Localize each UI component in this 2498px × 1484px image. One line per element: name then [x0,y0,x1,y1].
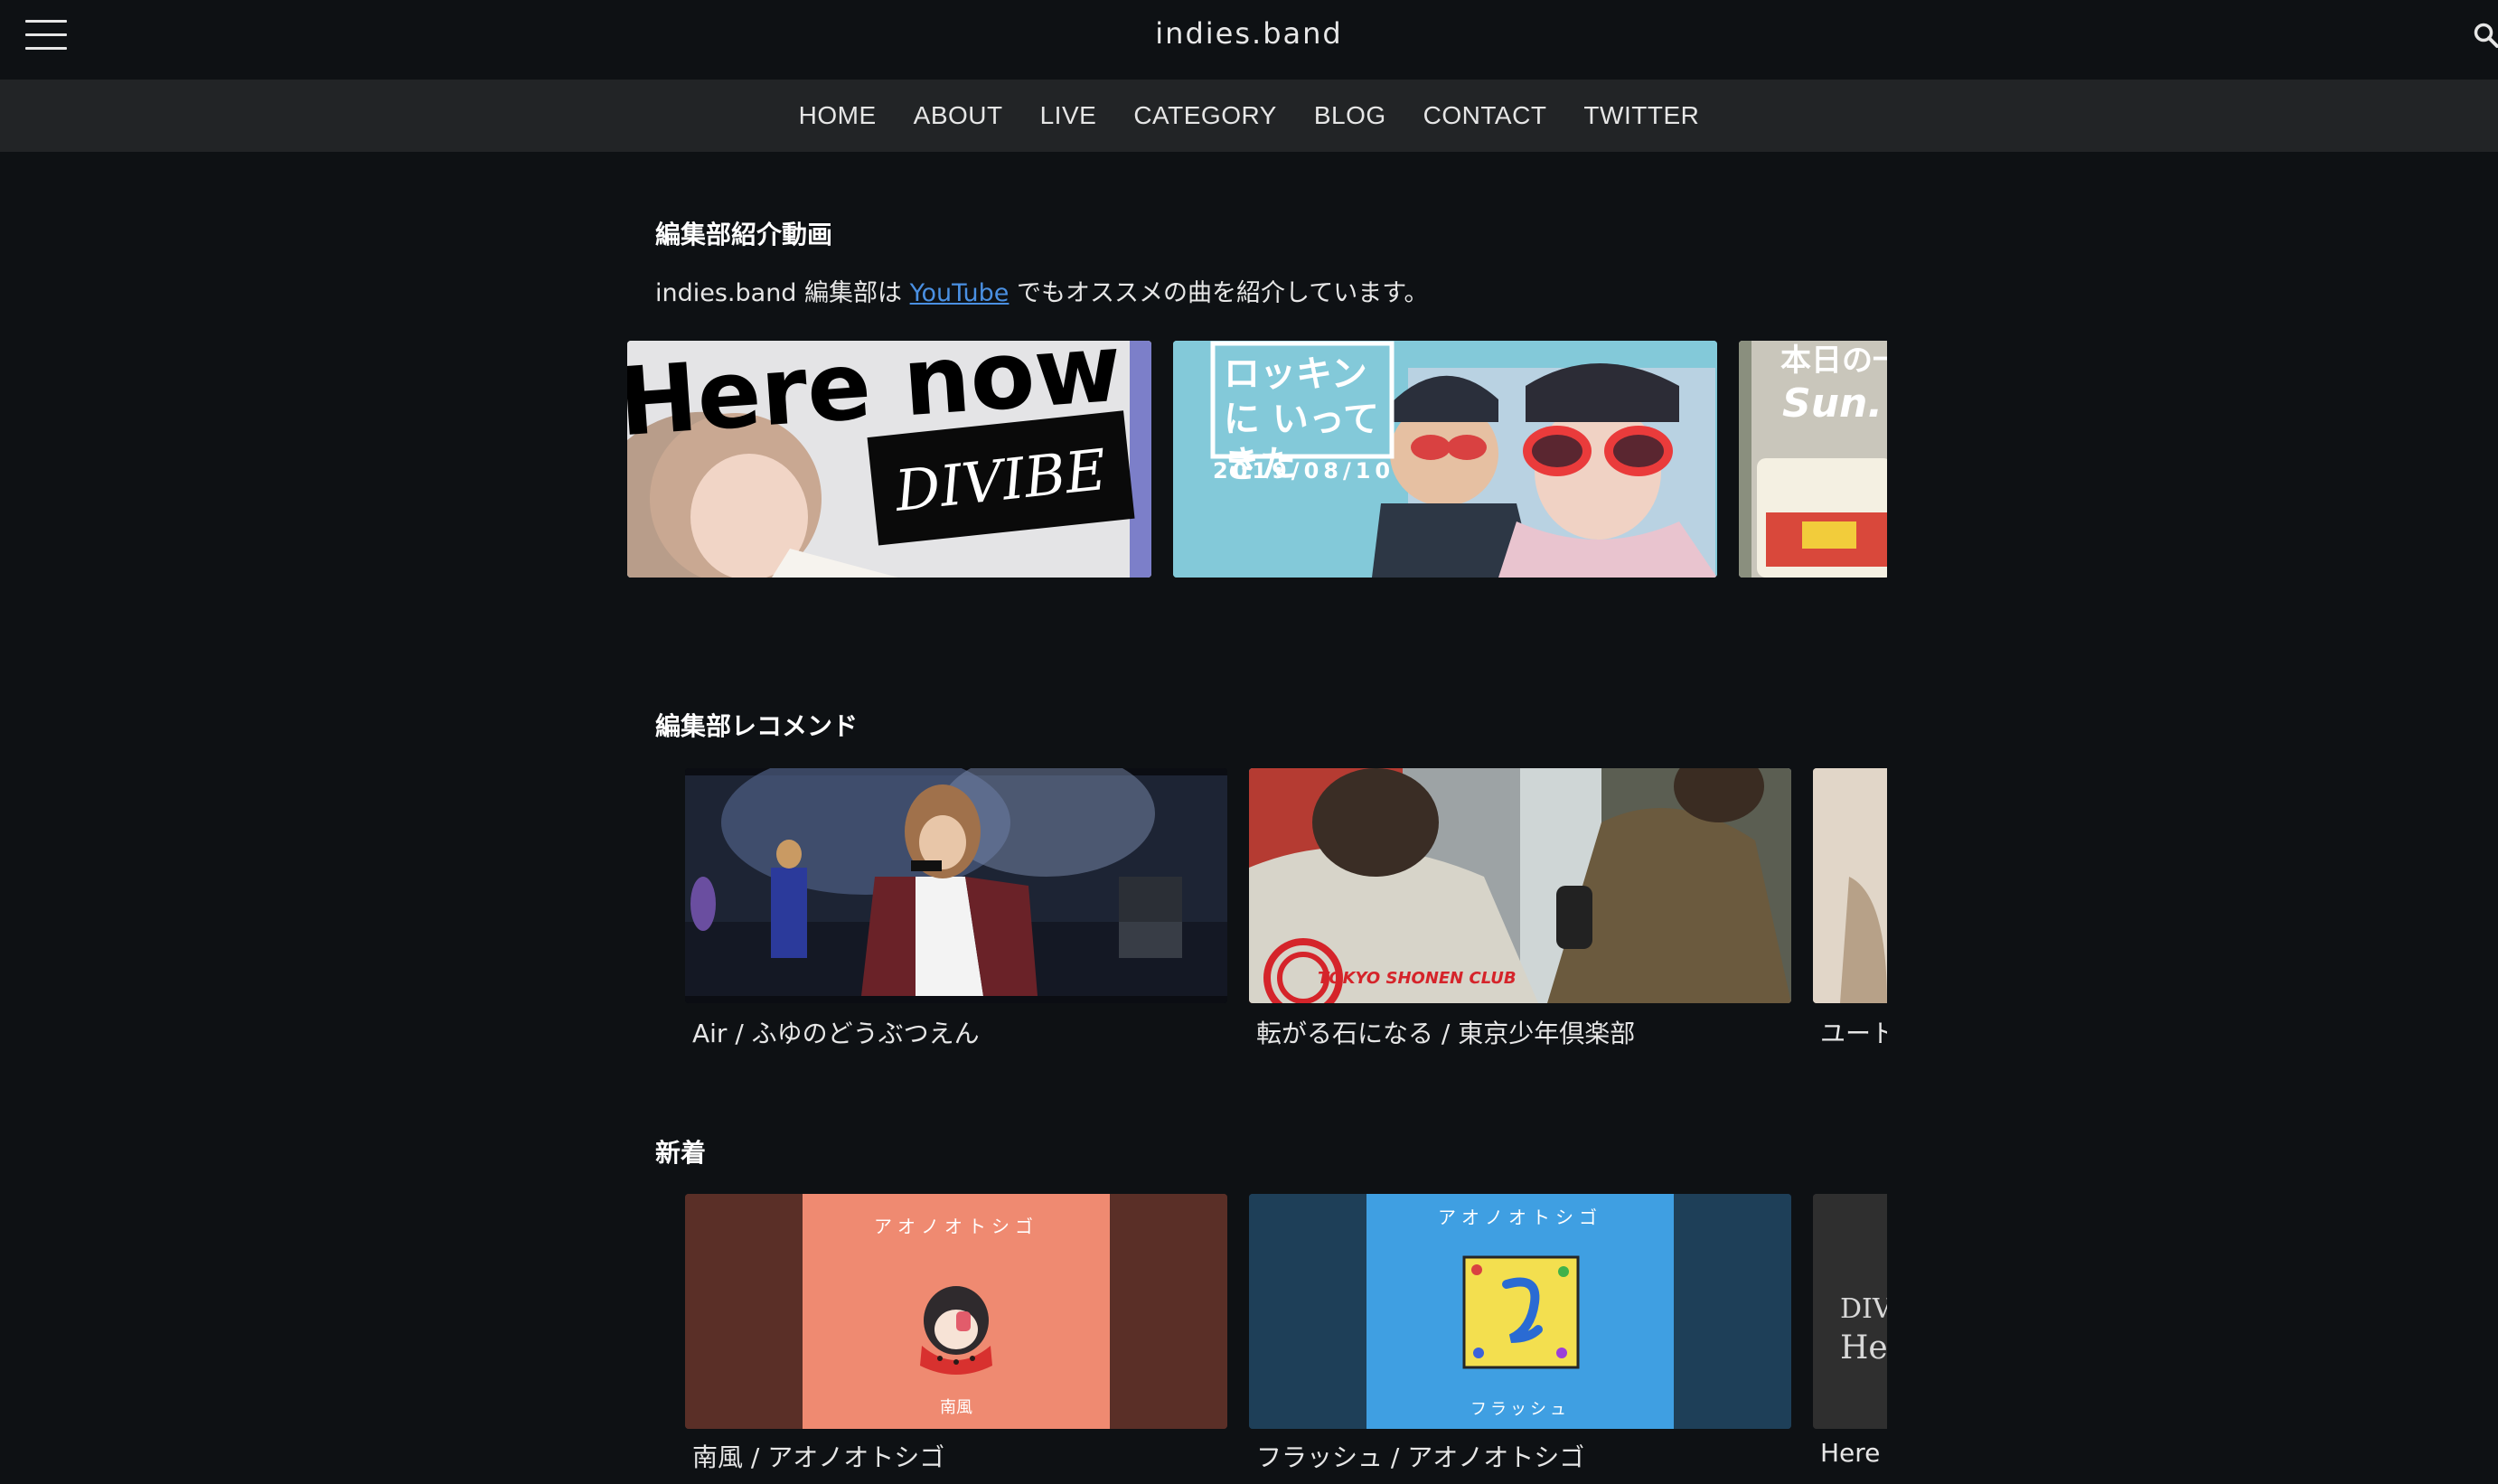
nav-item-home[interactable]: HOME [799,101,877,130]
intro-text-before: indies.band 編集部は [655,279,910,307]
nav-item-blog[interactable]: BLOG [1314,101,1386,130]
latest-thumb-3-text-1: DIV [1840,1293,1887,1325]
recommend-section-title: 編集部レコメンド [655,711,859,741]
youtube-link[interactable]: YouTube [910,279,1010,307]
latest-thumb-3-text-2: He [1840,1329,1887,1367]
videos-intro: indies.band 編集部は YouTube でもオススメの曲を紹介していま… [655,273,1429,308]
latest-thumb-2-art [1249,1194,1791,1429]
nav-item-contact[interactable]: CONTACT [1423,101,1547,130]
latest-label-3[interactable]: Here r [1820,1438,1887,1468]
recommend-thumb-1-art [685,768,1227,1003]
latest-thumb-1-top: アオノオトシゴ [874,1216,1038,1237]
latest-card-1[interactable]: アオノオトシゴ 南風 南風 / アオノオトシゴ [685,1194,1227,1484]
recommend-thumb-3-art [1813,768,1887,1003]
latest-thumb-2-top: アオノオトシゴ [1438,1207,1602,1228]
video-carousel: DIVIBE Here now ロッキンに いってきた 2019/08/10 本… [627,341,1887,578]
video-thumb-3[interactable]: 本日の一 Sun. [1739,341,1887,578]
recommend-label-1[interactable]: Air / ふゆのどうぶつえん [692,1014,980,1050]
video-thumb-3-headline: 本日の一 [1780,343,1887,379]
latest-card-3[interactable]: DIV He Here r [1813,1194,1887,1484]
latest-label-2[interactable]: フラッシュ / アオノオトシゴ [1256,1438,1584,1474]
recommend-thumb-2-art [1249,768,1791,1003]
recommend-thumb-3[interactable] [1813,768,1887,1003]
latest-card-2[interactable]: アオノオトシゴ フラッシュ フラッシュ / アオノオトシゴ [1249,1194,1791,1484]
recommend-label-3[interactable]: ユート [1820,1014,1887,1050]
latest-thumb-1[interactable]: アオノオトシゴ 南風 [685,1194,1227,1429]
latest-thumb-2[interactable]: アオノオトシゴ フラッシュ [1249,1194,1791,1429]
recommend-label-2[interactable]: 転がる石になる / 東京少年倶楽部 [1256,1014,1635,1050]
videos-section-title: 編集部紹介動画 [655,220,833,249]
video-thumb-2[interactable]: ロッキンに いってきた 2019/08/10 [1173,341,1717,578]
video-thumb-1[interactable]: DIVIBE Here now [627,341,1151,578]
recommend-thumb-2[interactable]: TOKYO SHONEN CLUB [1249,768,1791,1003]
nav-item-live[interactable]: LIVE [1040,101,1097,130]
top-bar: indies.band [0,0,2498,80]
recommend-thumb-2-logo: TOKYO SHONEN CLUB [1318,969,1517,988]
intro-text-after: でもオススメの曲を紹介しています。 [1009,279,1429,307]
latest-section-title: 新着 [655,1138,707,1168]
video-thumb-2-date: 2019/08/10 [1213,458,1395,484]
search-icon[interactable] [2473,22,2498,49]
site-title[interactable]: indies.band [0,16,2498,51]
latest-thumb-1-bottom: 南風 [940,1398,972,1417]
recommend-card-2[interactable]: TOKYO SHONEN CLUB 転がる石になる / 東京少年倶楽部 [1249,768,1791,1057]
nav-item-twitter[interactable]: TWITTER [1583,101,1699,130]
video-thumb-3-sub: Sun. [1782,380,1883,427]
latest-thumb-3[interactable]: DIV He [1813,1194,1887,1429]
recommend-thumb-1[interactable] [685,768,1227,1003]
nav-item-about[interactable]: ABOUT [914,101,1003,130]
latest-carousel: アオノオトシゴ 南風 南風 / アオノオトシゴ アオノオトシゴ フラッシュ フラ… [685,1194,1887,1484]
latest-thumb-2-bottom: フラッシュ [1470,1400,1570,1419]
recommend-card-3[interactable]: ユート [1813,768,1887,1057]
latest-label-1[interactable]: 南風 / アオノオトシゴ [692,1438,944,1474]
nav-item-category[interactable]: CATEGORY [1133,101,1277,130]
recommend-card-1[interactable]: Air / ふゆのどうぶつえん [685,768,1227,1057]
main-nav: HOME ABOUT LIVE CATEGORY BLOG CONTACT TW… [0,80,2498,152]
recommend-carousel: Air / ふゆのどうぶつえん TOKYO SHONEN CLUB 転がる石にな… [685,768,1887,1057]
